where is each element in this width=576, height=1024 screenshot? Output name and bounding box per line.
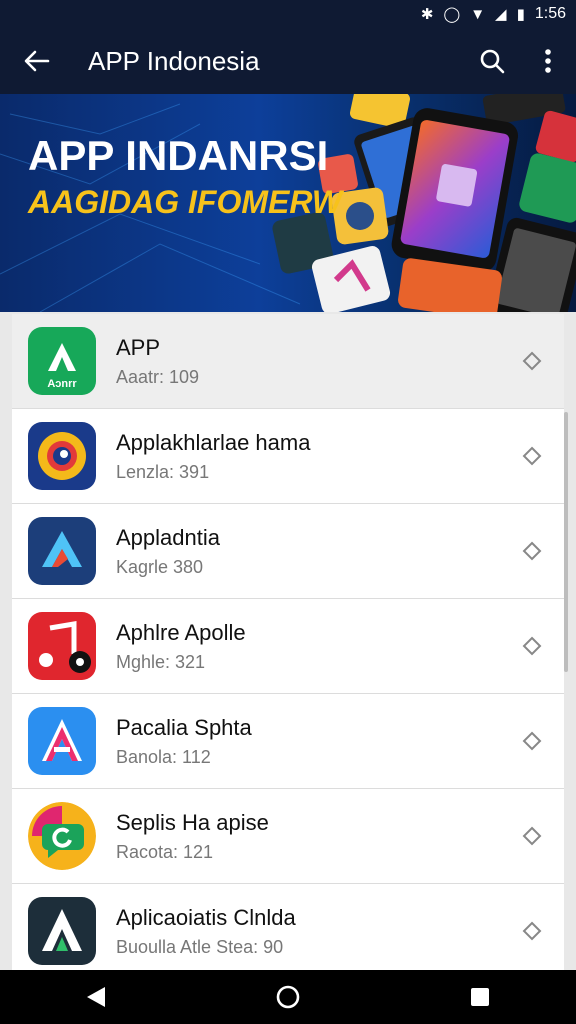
item-name: Applakhlarlae hama — [116, 429, 311, 455]
item-subtitle: Kagrle 380 — [116, 556, 204, 577]
promo-banner[interactable]: APP INDANRSI AAGIDAG IFOMERW — [0, 94, 576, 312]
status-bar: ✱ ◯ ▼ ◢ ▮ 1:56 — [0, 0, 576, 28]
chrome-style-icon — [28, 422, 96, 490]
back-button[interactable] — [0, 28, 72, 94]
status-time: 1:56 — [534, 5, 566, 22]
list-item[interactable]: Aplicaoiatis Clnlda Buoulla Atle Stea: 9… — [12, 884, 564, 970]
blue-a-icon — [28, 517, 96, 585]
svg-text:Aɔnrr: Aɔnrr — [47, 378, 77, 390]
bluetooth-icon: ✱ — [420, 6, 434, 23]
item-subtitle: Banola: 112 — [116, 746, 211, 767]
circle-home-icon — [276, 985, 300, 1009]
list-item[interactable]: Aphlre Apolle Mghle: 321 — [12, 599, 564, 694]
list-item[interactable]: Appladntia Kagrle 380 — [12, 504, 564, 599]
diamond-icon[interactable] — [508, 446, 556, 466]
alarm-icon: ◯ — [443, 6, 461, 23]
search-icon — [480, 49, 505, 74]
item-subtitle: Mghle: 321 — [116, 651, 206, 672]
square-recents-icon — [471, 988, 489, 1006]
app-list: Aɔnrr APP Aaatr: 109 Applakhlarlae hama … — [12, 314, 564, 970]
pink-a-icon — [28, 707, 96, 775]
search-button[interactable] — [464, 28, 520, 94]
diamond-icon[interactable] — [508, 351, 556, 371]
item-subtitle: Aaatr: 109 — [116, 366, 200, 387]
battery-icon: ▮ — [516, 6, 525, 23]
diamond-icon[interactable] — [508, 541, 556, 561]
banner-title: APP INDANRSI — [28, 132, 329, 179]
dark-a-icon — [28, 897, 96, 965]
item-name: Pacalia Sphta — [116, 714, 252, 740]
music-note-icon — [28, 612, 96, 680]
nav-back-button[interactable] — [66, 970, 126, 1024]
diamond-icon[interactable] — [508, 731, 556, 751]
more-vert-icon — [545, 49, 551, 73]
diamond-icon[interactable] — [508, 826, 556, 846]
item-subtitle: Buoulla Atle Stea: 90 — [116, 936, 284, 957]
item-name: Seplis Ha apise — [116, 809, 269, 835]
item-name: Appladntia — [116, 524, 220, 550]
green-a-icon: Aɔnrr — [28, 327, 96, 395]
item-subtitle: Racota: 121 — [116, 841, 214, 862]
wifi-icon: ▼ — [470, 5, 486, 23]
item-name: APP — [116, 334, 161, 360]
diamond-icon[interactable] — [508, 921, 556, 941]
item-name: Aphlre Apolle — [116, 619, 246, 645]
triangle-back-icon — [87, 987, 105, 1007]
banner-subtitle: AAGIDAG IFOMERW — [28, 184, 343, 220]
item-subtitle: Lenzla: 391 — [116, 461, 210, 482]
system-nav-bar — [0, 970, 576, 1024]
nav-recents-button[interactable] — [450, 970, 510, 1024]
list-item[interactable]: Seplis Ha apise Racota: 121 — [12, 789, 564, 884]
scrollbar[interactable] — [564, 412, 568, 672]
nav-home-button[interactable] — [258, 970, 318, 1024]
list-item[interactable]: Applakhlarlae hama Lenzla: 391 — [12, 409, 564, 504]
app-bar: APP Indonesia — [0, 28, 576, 94]
page-title: APP Indonesia — [88, 45, 260, 76]
arrow-back-icon — [24, 50, 50, 72]
diamond-icon[interactable] — [508, 636, 556, 656]
list-item[interactable]: Pacalia Sphta Banola: 112 — [12, 694, 564, 789]
signal-icon: ◢ — [495, 6, 507, 23]
list-item[interactable]: Aɔnrr APP Aaatr: 109 — [12, 314, 564, 409]
overflow-menu-button[interactable] — [520, 28, 576, 94]
item-name: Aplicaoiatis Clnlda — [116, 904, 296, 930]
chat-bubble-icon — [28, 802, 96, 870]
